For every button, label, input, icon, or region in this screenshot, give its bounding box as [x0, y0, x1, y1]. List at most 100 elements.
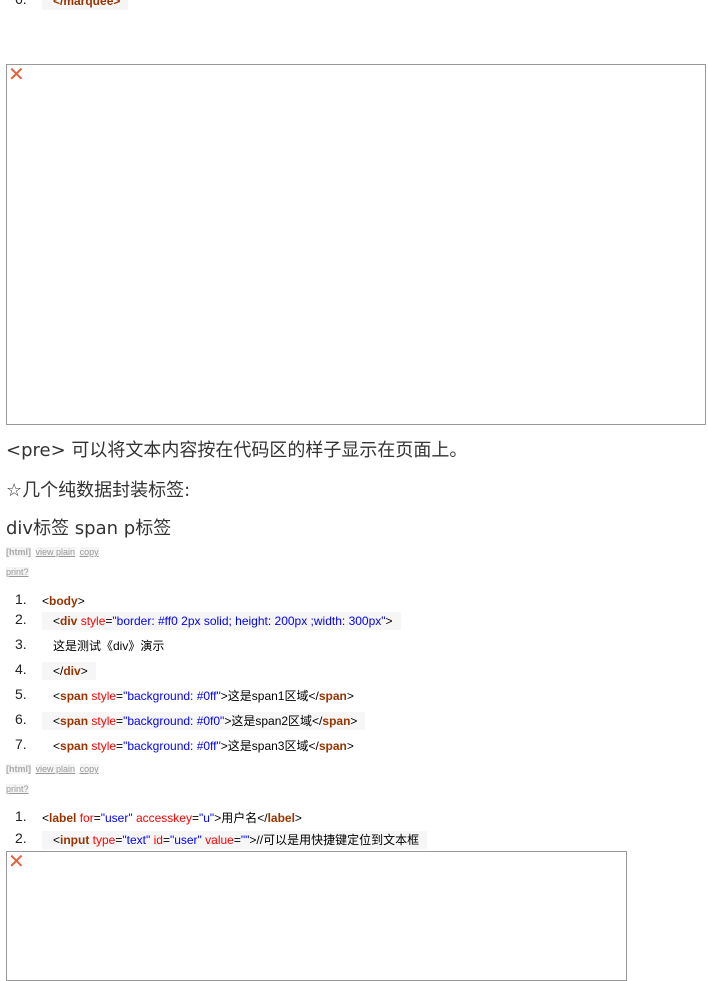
code-token: for [76, 811, 94, 825]
code-token: < [42, 594, 50, 608]
code-token: < [53, 614, 61, 628]
code-token: span [60, 689, 89, 703]
code-token: 这是span3区域 [227, 739, 309, 753]
code-token: "user" [100, 811, 133, 825]
code-text: <body> [42, 592, 93, 610]
line-number: 1. [15, 808, 27, 824]
code-token: type [89, 833, 116, 847]
code-token: > [294, 811, 302, 825]
code-token: "border: #ff0 2px solid; height: 200px ;… [112, 614, 386, 628]
paragraph-tags: div标签 span p标签 [6, 518, 172, 539]
code-token: = [116, 739, 124, 753]
code-token: "text" [122, 833, 151, 847]
code-token: //可以是用快捷键定位到文本框 [256, 833, 420, 847]
line-number: 1. [15, 591, 27, 607]
code-token: span [318, 739, 347, 753]
broken-image-icon: ✕ [8, 849, 25, 873]
line-number: 6. [15, 0, 27, 7]
code-text: 这是测试《div》演示 [42, 637, 172, 655]
code-token: > [77, 594, 85, 608]
code-text: <span style="background: #0ff">这是span3区域… [42, 737, 362, 755]
code-token: > [346, 689, 354, 703]
code-token: 这是span1区域 [227, 689, 309, 703]
line-number: 3. [15, 636, 27, 652]
code-token: < [42, 811, 50, 825]
code-toolbar: [html] view plain copy [6, 547, 99, 557]
code-token: 用户名 [221, 811, 258, 825]
code-text: <label for="user" accesskey="u">用户名</lab… [42, 809, 310, 827]
code-token: 这是span2区域 [231, 714, 313, 728]
code-text: </marquee> [42, 0, 129, 10]
code-token: "background: #0ff" [123, 739, 221, 753]
code-token: "background: #0ff" [123, 689, 221, 703]
broken-image: ✕ [6, 849, 627, 981]
print-toolbar: print? [6, 784, 29, 794]
paragraph-pre: <pre> 可以将文本内容按在代码区的样子显示在页面上。 [6, 440, 468, 461]
code-token: style [77, 614, 106, 628]
print-link[interactable]: print? [6, 784, 29, 794]
code-toolbar: [html] view plain copy [6, 764, 99, 774]
print-toolbar: print? [6, 567, 29, 577]
line-number: 2. [15, 830, 27, 846]
broken-image: ✕ [6, 62, 706, 425]
code-token: </ [312, 714, 323, 728]
code-text: <span style="background: #0ff">这是span1区域… [42, 687, 362, 705]
code-token: style [88, 689, 117, 703]
line-number: 7. [15, 736, 27, 752]
view-plain-link[interactable]: view plain [35, 547, 76, 557]
code-token: span [318, 689, 347, 703]
code-token: </ [308, 689, 319, 703]
code-token: > [350, 714, 358, 728]
copy-link[interactable]: copy [79, 547, 99, 557]
code-token: label [49, 811, 77, 825]
code-token: </ [257, 811, 268, 825]
code-token: = [116, 689, 124, 703]
code-token: div [63, 664, 81, 678]
copy-link[interactable]: copy [79, 764, 99, 774]
code-token: span [60, 739, 89, 753]
code-token: = [233, 833, 241, 847]
code-token: = [116, 714, 124, 728]
broken-image-icon: ✕ [8, 62, 25, 86]
code-text: </div> [42, 662, 96, 680]
code-token: = [162, 833, 170, 847]
code-token: id [150, 833, 163, 847]
code-token: > [80, 664, 88, 678]
code-text: <span style="background: #0f0">这是span2区域… [42, 712, 366, 730]
line-number: 4. [15, 661, 27, 677]
code-token: "u" [198, 811, 215, 825]
line-number: 2. [15, 611, 27, 627]
code-token: = [191, 811, 199, 825]
code-token: "background: #0f0" [123, 714, 225, 728]
code-token: "user" [169, 833, 202, 847]
code-token: > [220, 689, 228, 703]
code-text: <div style="border: #ff0 2px solid; heig… [42, 612, 401, 630]
view-plain-link[interactable]: view plain [35, 764, 76, 774]
code-token: div [60, 614, 78, 628]
code-token: < [53, 689, 61, 703]
code-token: </ [53, 664, 64, 678]
paragraph-heading: ☆几个纯数据封装标签: [6, 480, 191, 501]
code-token: style [88, 714, 117, 728]
code-token: </marquee> [53, 0, 121, 8]
code-token: value [201, 833, 234, 847]
code-token: accesskey [132, 811, 192, 825]
code-token: = [93, 811, 101, 825]
code-token: span [60, 714, 89, 728]
line-number: 6. [15, 711, 27, 727]
code-token: > [346, 739, 354, 753]
print-link[interactable]: print? [6, 567, 29, 577]
code-token: 这是测试《div》演示 [53, 639, 165, 653]
code-token: < [53, 739, 61, 753]
code-token: < [53, 714, 61, 728]
code-token: span [322, 714, 351, 728]
language-label: [html] [6, 547, 31, 557]
code-token: style [88, 739, 117, 753]
code-token: > [220, 739, 228, 753]
code-text: <input type="text" id="user" value="">//… [42, 831, 428, 849]
code-token: input [60, 833, 90, 847]
code-token: label [267, 811, 295, 825]
code-token: body [49, 594, 78, 608]
code-token: > [385, 614, 393, 628]
code-token: < [53, 833, 61, 847]
